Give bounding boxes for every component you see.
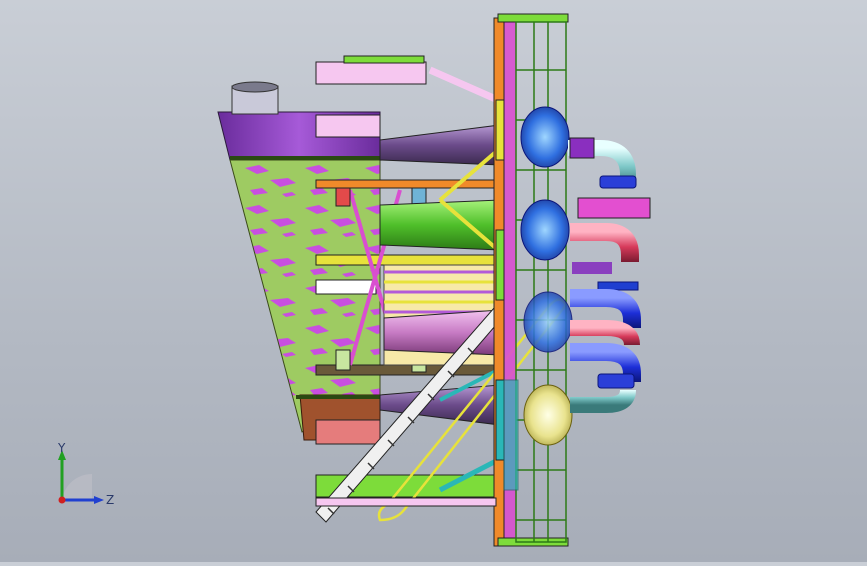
pipe-1-flange [599, 175, 637, 189]
cad-viewport[interactable] [0, 0, 867, 562]
housing-side-panel[interactable] [229, 159, 381, 433]
exhaust-stack-opening [231, 81, 279, 93]
cyclone-cone-2[interactable] [379, 199, 501, 251]
pipe-4-flange [597, 373, 635, 389]
outlet-pipes[interactable] [568, 137, 651, 413]
crossbeam-1[interactable] [315, 179, 497, 189]
pipe-2[interactable] [570, 223, 639, 262]
top-beam-pink[interactable] [315, 61, 427, 85]
top-beam-green[interactable] [343, 55, 425, 64]
pipe-1-inlet [569, 137, 595, 159]
y-axis-label: Y [57, 441, 66, 455]
crossbeam-3[interactable] [315, 279, 377, 295]
tower-panel-2 [495, 229, 505, 301]
cage-side-panel [503, 379, 519, 491]
pipe-3-return [570, 320, 640, 346]
blower-3[interactable] [523, 291, 573, 353]
strut-top [428, 66, 500, 104]
z-axis-head [94, 496, 104, 504]
lower-bracket[interactable] [315, 419, 381, 445]
tower-panel-1 [495, 99, 505, 161]
blower-1[interactable] [520, 106, 570, 168]
cyclone-cone-1[interactable] [379, 124, 501, 166]
model-canvas[interactable] [0, 0, 867, 562]
z-axis-label: Z [106, 493, 114, 507]
x-axis-point [58, 496, 66, 504]
pipe-5[interactable] [570, 389, 636, 413]
blower-4[interactable] [523, 384, 573, 446]
coordinate-triad: Y Z [48, 440, 118, 510]
triad-plane [62, 473, 92, 500]
tower-panel-3 [495, 379, 505, 461]
gusset-plate-1 [335, 187, 351, 207]
crossbeam-2[interactable] [315, 254, 497, 266]
valve-manifold[interactable] [597, 281, 639, 291]
upper-bracket[interactable] [315, 114, 381, 138]
base-plate [315, 497, 497, 507]
blower-2[interactable] [520, 199, 570, 261]
safety-cage[interactable] [515, 21, 567, 543]
gusset-plate-3 [335, 349, 351, 371]
blower-units[interactable] [520, 106, 573, 446]
transition-duct[interactable] [577, 197, 651, 219]
tower-top-rail[interactable] [497, 13, 569, 23]
